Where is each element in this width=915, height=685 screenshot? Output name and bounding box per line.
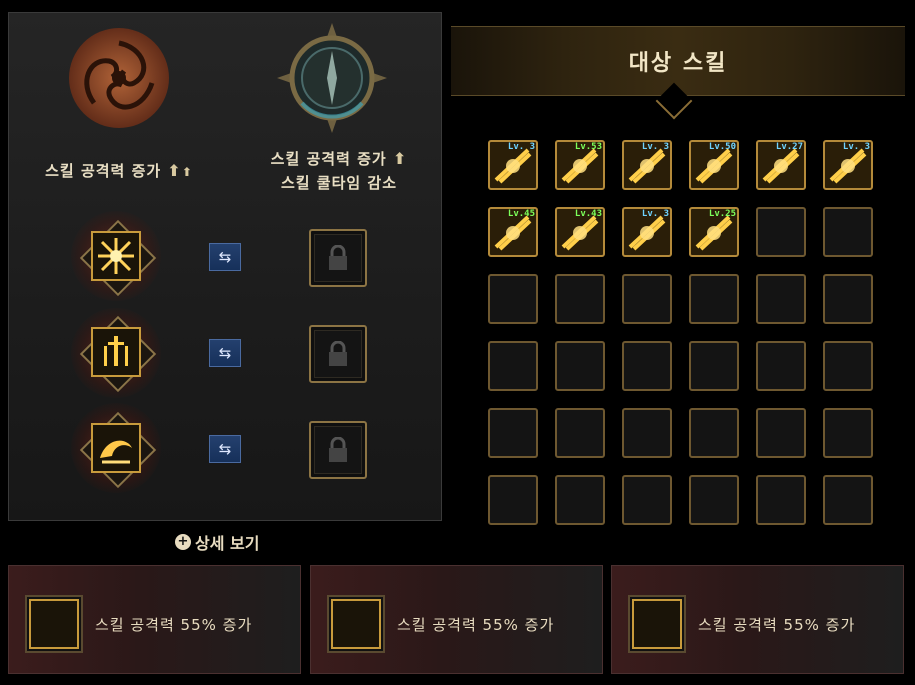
compass-emblem-icon	[277, 23, 387, 133]
skill-level-badge: Lv.27	[775, 142, 803, 152]
swirl-emblem-icon	[69, 28, 169, 128]
pole-left-label: 스킬 공격력 증가 ⬆⬆	[19, 159, 219, 184]
effect-text-3: 스킬 공격력 55% 증가	[698, 616, 856, 634]
view-details-link[interactable]: + 상세 보기	[175, 530, 259, 554]
target-skill-slot[interactable]: Lv.43	[555, 207, 605, 257]
lock-icon	[314, 426, 362, 474]
empty-skill-slot[interactable]	[756, 207, 806, 257]
swap-arrows-icon: ⇆	[218, 248, 232, 266]
empty-skill-slot[interactable]	[823, 207, 873, 257]
empty-skill-slot[interactable]	[823, 408, 873, 458]
target-skill-slot[interactable]: Lv. 3	[622, 140, 672, 190]
empty-skill-slot[interactable]	[622, 274, 672, 324]
empty-skill-slot[interactable]	[622, 408, 672, 458]
empty-skill-slot[interactable]	[488, 475, 538, 525]
skill-level-badge: Lv. 3	[507, 142, 535, 152]
radiant-burst-skill-icon	[25, 595, 83, 653]
skill-level-badge: Lv.50	[708, 142, 736, 152]
skill-level-badge: Lv.53	[574, 142, 602, 152]
empty-skill-slot[interactable]	[488, 274, 538, 324]
skill-level-badge: Lv. 3	[641, 209, 669, 219]
effect-box-1: 스킬 공격력 55% 증가	[8, 565, 301, 674]
empty-skill-slot[interactable]	[756, 475, 806, 525]
empty-skill-slot[interactable]	[555, 274, 605, 324]
locked-slot-2[interactable]	[309, 325, 367, 383]
swap-button-2[interactable]: ⇆	[209, 339, 241, 367]
empty-skill-slot[interactable]	[823, 475, 873, 525]
empty-skill-slot[interactable]	[823, 341, 873, 391]
sword-rain-skill-icon	[327, 595, 385, 653]
target-skill-title: 대상 스킬	[628, 51, 728, 76]
view-details-label: 상세 보기	[195, 534, 260, 553]
swap-arrows-icon: ⇆	[218, 344, 232, 362]
skill-level-badge: Lv.43	[574, 209, 602, 219]
target-skill-slot[interactable]: Lv.25	[689, 207, 739, 257]
lock-icon	[314, 234, 362, 282]
empty-skill-slot[interactable]	[756, 274, 806, 324]
locked-slot-3[interactable]	[309, 421, 367, 479]
skill-enhance-panel: 스킬 공격력 증가 ⬆⬆ 스킬 공격력 증가 ⬆ 스킬 쿨타임 감소 ⇆ ⇆ ⇆	[8, 12, 442, 521]
effect-box-2: 스킬 공격력 55% 증가	[310, 565, 603, 674]
empty-skill-slot[interactable]	[555, 475, 605, 525]
swap-arrows-icon: ⇆	[218, 440, 232, 458]
empty-skill-slot[interactable]	[689, 274, 739, 324]
effect-text-2: 스킬 공격력 55% 증가	[397, 616, 555, 634]
radiant-burst-skill-icon[interactable]	[91, 231, 141, 281]
empty-skill-slot[interactable]	[756, 408, 806, 458]
pole-left-text: 스킬 공격력 증가	[45, 162, 162, 180]
pole-right-label: 스킬 공격력 증가 ⬆ 스킬 쿨타임 감소	[239, 147, 439, 195]
target-skill-slot[interactable]: Lv.45	[488, 207, 538, 257]
skill-level-badge: Lv.25	[708, 209, 736, 219]
sword-rain-skill-icon[interactable]	[91, 327, 141, 377]
target-skill-header: 대상 스킬	[451, 26, 905, 96]
pole-right-text-1: 스킬 공격력 증가	[270, 150, 387, 168]
magnifier-plus-icon: +	[175, 534, 191, 550]
empty-skill-slot[interactable]	[689, 475, 739, 525]
target-skill-slot[interactable]: Lv. 3	[488, 140, 538, 190]
up-arrow-icon: ⬆	[392, 149, 408, 168]
lock-icon	[314, 330, 362, 378]
effect-box-3: 스킬 공격력 55% 증가	[611, 565, 904, 674]
effect-text-1: 스킬 공격력 55% 증가	[95, 616, 253, 634]
up-arrow-icon: ⬆	[167, 161, 182, 180]
target-skill-slot[interactable]: Lv. 3	[823, 140, 873, 190]
skill-level-badge: Lv. 3	[641, 142, 669, 152]
target-skill-slot[interactable]: Lv.27	[756, 140, 806, 190]
target-skill-slot[interactable]: Lv.50	[689, 140, 739, 190]
swap-button-3[interactable]: ⇆	[209, 435, 241, 463]
empty-skill-slot[interactable]	[555, 408, 605, 458]
locked-slot-1[interactable]	[309, 229, 367, 287]
empty-skill-slot[interactable]	[689, 408, 739, 458]
empty-skill-slot[interactable]	[622, 475, 672, 525]
empty-skill-slot[interactable]	[756, 341, 806, 391]
empty-skill-slot[interactable]	[622, 341, 672, 391]
dragon-flame-skill-icon[interactable]	[91, 423, 141, 473]
skill-level-badge: Lv. 3	[842, 142, 870, 152]
swap-button-1[interactable]: ⇆	[209, 243, 241, 271]
dragon-flame-skill-icon	[628, 595, 686, 653]
empty-skill-slot[interactable]	[823, 274, 873, 324]
skill-level-badge: Lv.45	[507, 209, 535, 219]
target-skill-slot[interactable]: Lv.53	[555, 140, 605, 190]
empty-skill-slot[interactable]	[488, 408, 538, 458]
up-arrow-small-icon: ⬆	[181, 165, 193, 179]
pole-right-text-2: 스킬 쿨타임 감소	[280, 174, 398, 192]
empty-skill-slot[interactable]	[555, 341, 605, 391]
empty-skill-slot[interactable]	[488, 341, 538, 391]
empty-skill-slot[interactable]	[689, 341, 739, 391]
target-skill-slot[interactable]: Lv. 3	[622, 207, 672, 257]
